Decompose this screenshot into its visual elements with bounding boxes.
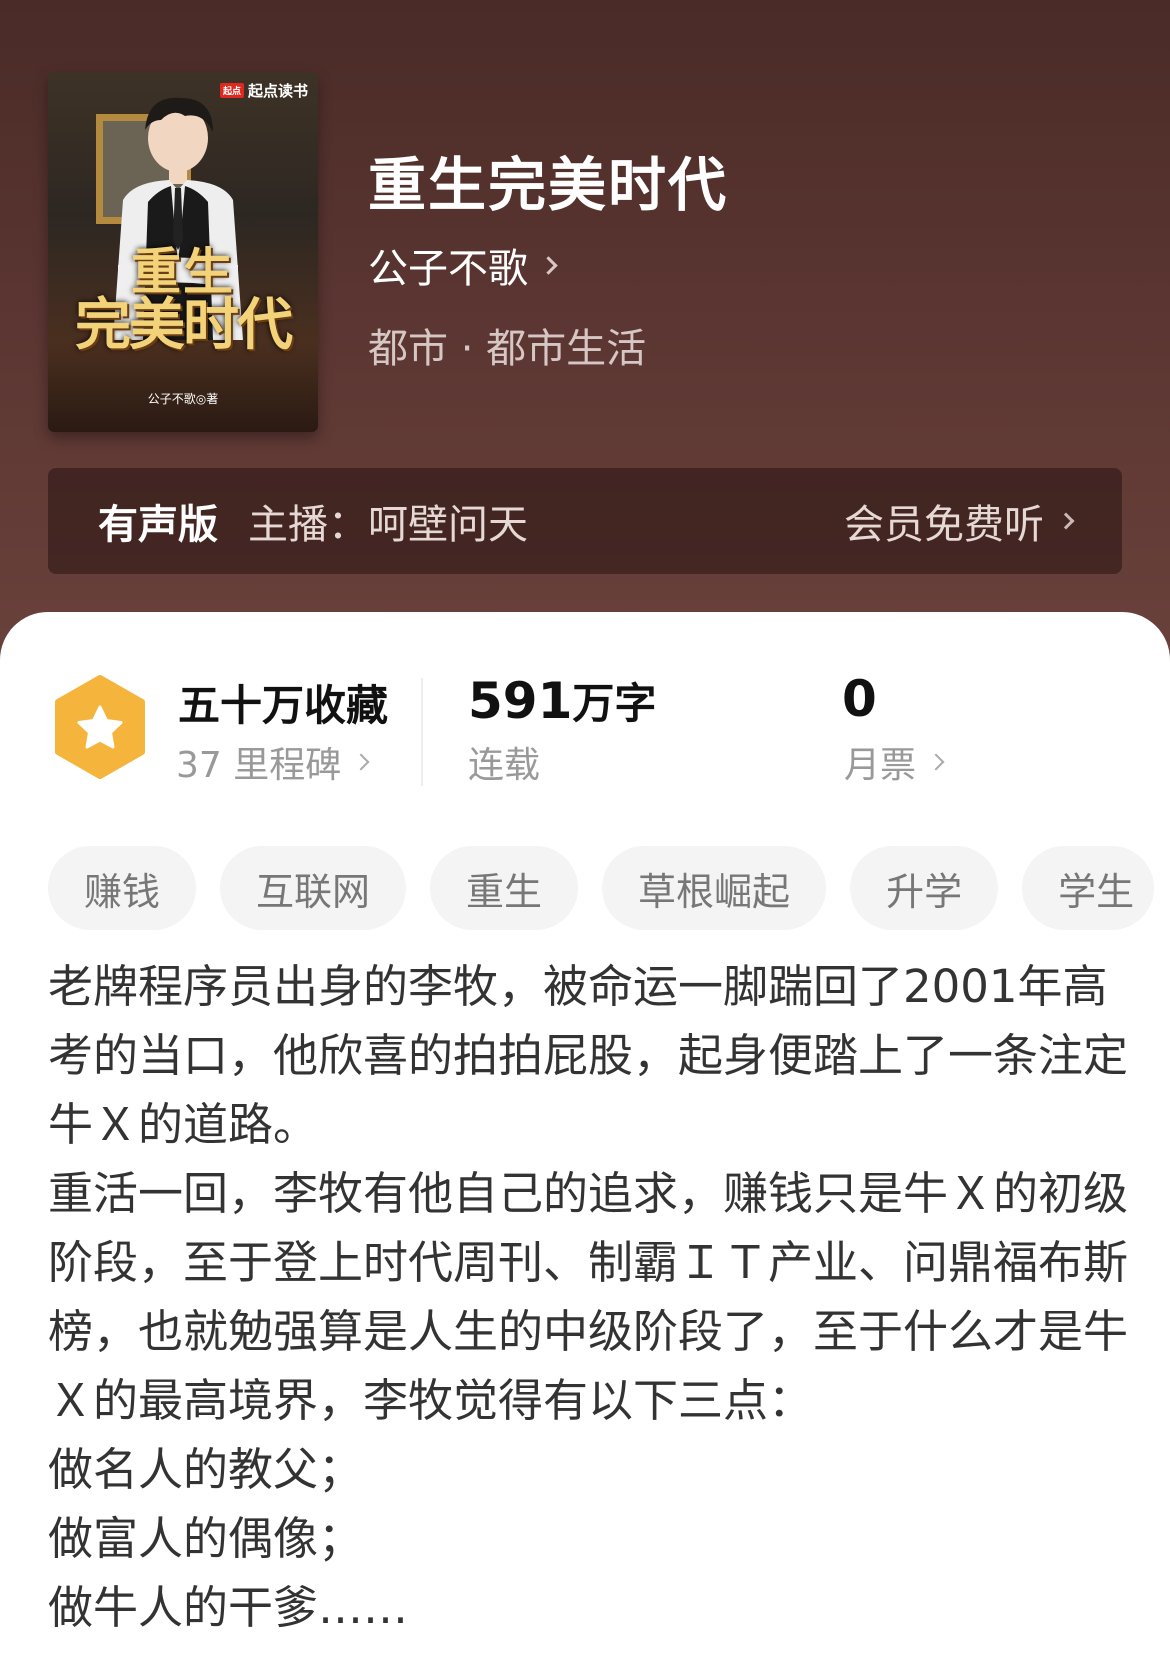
book-description[interactable]: 老牌程序员出身的李牧，被命运一脚踹回了2001年高考的当口，他欣喜的拍拍屁股，起… <box>48 952 1128 1642</box>
description-paragraph: 做牛人的干爹…… <box>48 1581 409 1634</box>
book-cover[interactable]: 起点 起点读书 重生 完美时代 公子不歌◎著 <box>48 72 318 432</box>
book-title: 重生完美时代 <box>368 151 729 219</box>
book-header: 起点 起点读书 重生 完美时代 公子不歌◎著 重生完美时代 公子不歌 都市 · … <box>0 0 1170 660</box>
chevron-right-icon <box>927 753 945 771</box>
tag-chip[interactable]: 重生 <box>430 846 579 930</box>
monthly-ticket-label: 月票 <box>844 745 917 786</box>
cover-author-credit: 公子不歌◎著 <box>147 392 219 406</box>
cover-title-line1: 重生 <box>131 242 235 301</box>
tag-chip[interactable]: 赚钱 <box>48 846 197 930</box>
cover-brand: 起点 起点读书 <box>219 80 308 101</box>
collect-count: 五十万收藏 <box>178 681 389 730</box>
vip-free-listen-link[interactable]: 会员免费听 <box>844 492 1075 550</box>
tag-list: 赚钱 互联网 重生 草根崛起 升学 学生 <box>48 846 1155 930</box>
author-link[interactable]: 公子不歌 <box>368 236 558 294</box>
monthly-ticket-count: 0 <box>842 670 877 728</box>
cover-brand-text: 起点读书 <box>247 82 308 100</box>
tag-chip[interactable]: 升学 <box>850 846 999 930</box>
vip-free-listen-label: 会员免费听 <box>844 502 1044 548</box>
book-detail-card: 五十万收藏 37 里程碑 591 万字 连载 0 月票 赚钱 互联网 重生 草根… <box>0 612 1170 1668</box>
word-count: 591 万字 <box>468 670 656 731</box>
serial-status: 连载 <box>468 736 540 788</box>
chevron-right-icon <box>539 255 558 275</box>
milestone-link[interactable]: 37 里程碑 <box>176 736 370 788</box>
audio-host: 主播：呵壁问天 <box>248 502 528 548</box>
tag-chip[interactable]: 草根崛起 <box>602 846 827 930</box>
milestone-label: 37 里程碑 <box>176 745 342 786</box>
audio-label: 有声版 <box>98 502 218 548</box>
star-hexagon-icon <box>55 675 145 779</box>
description-paragraph: 老牌程序员出身的李牧，被命运一脚踹回了2001年高考的当口，他欣喜的拍拍屁股，起… <box>48 960 1129 1151</box>
description-paragraph: 重活一回，李牧有他自己的追求，赚钱只是牛Ｘ的初级阶段，至于登上时代周刊、制霸ＩＴ… <box>48 1167 1129 1427</box>
tag-chip[interactable]: 学生 <box>1022 846 1155 930</box>
tag-chip[interactable]: 互联网 <box>220 846 407 930</box>
description-paragraph: 做富人的偶像； <box>48 1512 364 1565</box>
chevron-right-icon <box>1057 512 1075 530</box>
author-name: 公子不歌 <box>368 246 528 292</box>
cover-title-line2: 完美时代 <box>75 292 293 358</box>
description-paragraph: 做名人的教父； <box>48 1443 364 1496</box>
stats-divider <box>421 678 423 786</box>
word-count-unit: 万字 <box>572 679 657 728</box>
cover-brand-badge: 起点 <box>219 83 244 98</box>
cover-title: 重生 完美时代 <box>48 242 318 358</box>
monthly-ticket-link[interactable]: 月票 <box>844 736 945 788</box>
serial-status-label: 连载 <box>468 745 541 786</box>
audio-version-bar[interactable]: 有声版 主播：呵壁问天 会员免费听 <box>48 468 1122 574</box>
word-count-number: 591 <box>468 672 573 730</box>
chevron-right-icon <box>352 753 370 771</box>
book-genre: 都市 · 都市生活 <box>368 326 647 372</box>
